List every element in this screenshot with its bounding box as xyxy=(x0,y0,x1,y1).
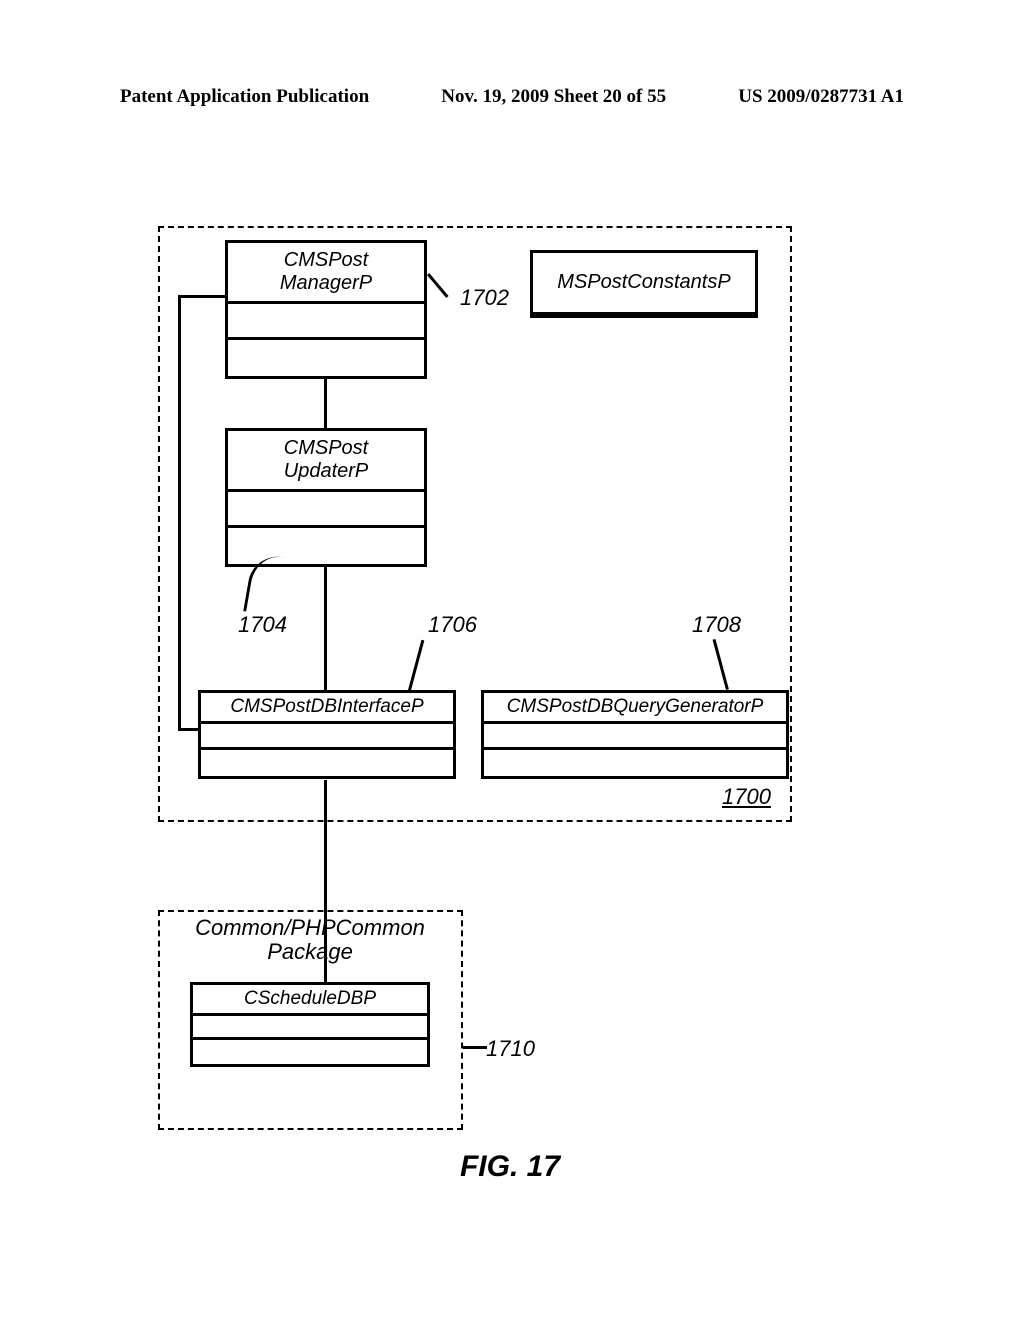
class-mspost-constants: MSPostConstantsP xyxy=(530,250,758,318)
class-section xyxy=(228,528,424,564)
page-header: Patent Application Publication Nov. 19, … xyxy=(120,86,904,108)
class-section xyxy=(484,750,786,776)
class-section xyxy=(228,304,424,340)
figure-caption: FIG. 17 xyxy=(130,1150,890,1184)
class-cscheduledbp: CScheduleDBP xyxy=(190,982,430,1067)
class-title: CMSPostDBInterfaceP xyxy=(201,693,453,724)
package-common-title: Common/PHPCommon Package xyxy=(175,916,445,964)
connector-line xyxy=(178,295,181,731)
ref-1710: 1710 xyxy=(486,1036,535,1062)
class-title: MSPostConstantsP xyxy=(533,253,755,315)
class-title: CMSPost ManagerP xyxy=(228,243,424,304)
class-section xyxy=(484,724,786,750)
class-section xyxy=(201,750,453,776)
class-cmspost-dbquerygenerator: CMSPostDBQueryGeneratorP xyxy=(481,690,789,779)
class-section xyxy=(201,724,453,750)
leader-line xyxy=(463,1046,487,1049)
ref-1708: 1708 xyxy=(692,612,741,638)
ref-1704: 1704 xyxy=(238,612,287,638)
diagram-area: CMSPost ManagerP MSPostConstantsP CMSPos… xyxy=(130,190,890,1110)
class-cmspost-manager: CMSPost ManagerP xyxy=(225,240,427,379)
header-center: Nov. 19, 2009 Sheet 20 of 55 xyxy=(441,86,666,108)
class-section xyxy=(228,340,424,376)
connector-line xyxy=(178,728,198,731)
ref-1700: 1700 xyxy=(722,784,771,810)
connector-line xyxy=(178,295,225,298)
class-section xyxy=(193,1040,427,1064)
header-right: US 2009/0287731 A1 xyxy=(738,86,904,108)
ref-1702: 1702 xyxy=(460,285,509,311)
ref-1706: 1706 xyxy=(428,612,477,638)
class-section xyxy=(193,1016,427,1040)
class-title: CMSPost UpdaterP xyxy=(228,431,424,492)
class-section xyxy=(228,492,424,528)
class-cmspost-dbinterface: CMSPostDBInterfaceP xyxy=(198,690,456,779)
class-cmspost-updater: CMSPost UpdaterP xyxy=(225,428,427,567)
class-title: CMSPostDBQueryGeneratorP xyxy=(484,693,786,724)
class-title: CScheduleDBP xyxy=(193,985,427,1016)
header-left: Patent Application Publication xyxy=(120,86,369,108)
